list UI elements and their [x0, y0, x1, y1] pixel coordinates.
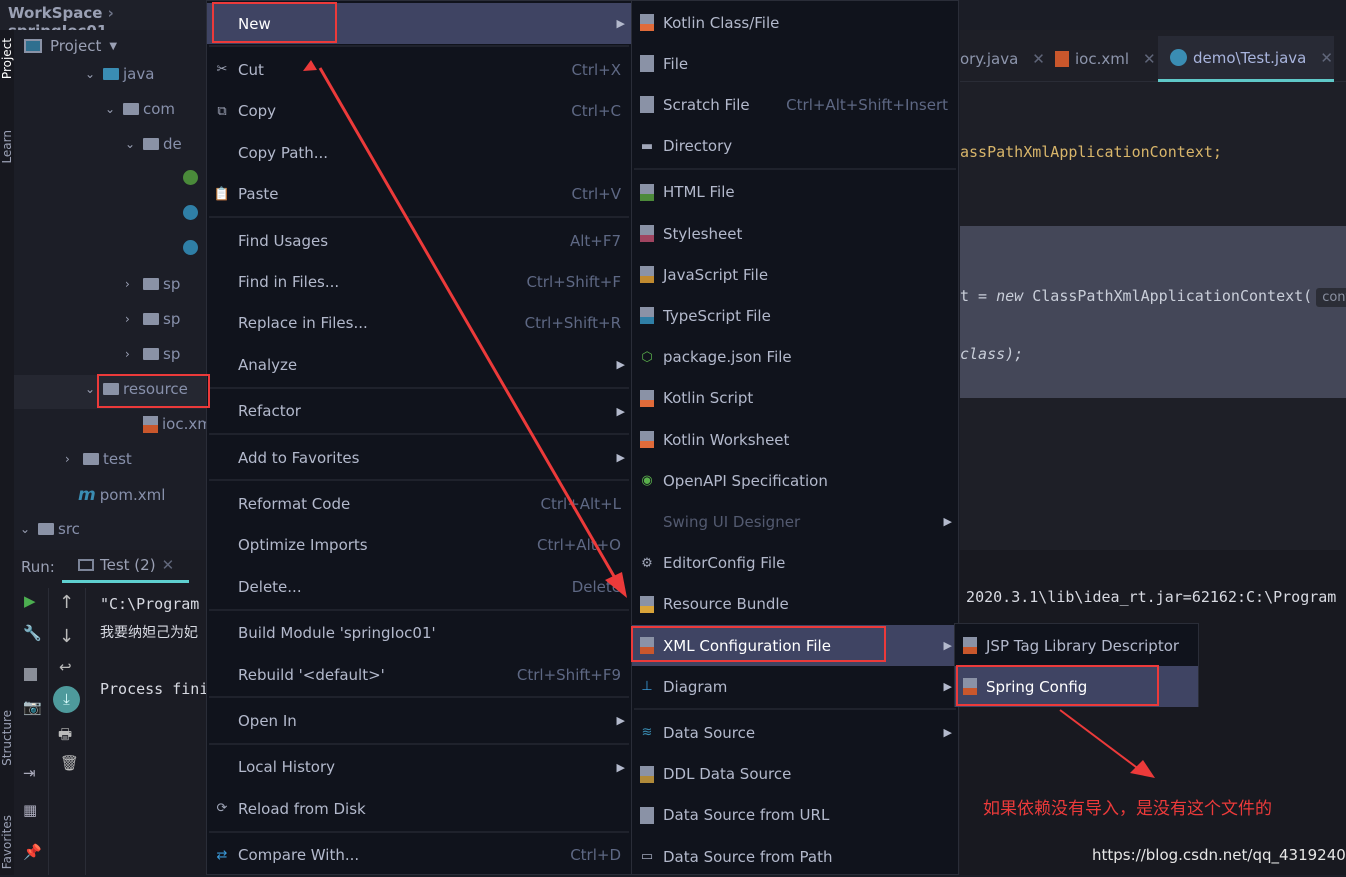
annotation-arrow [318, 67, 617, 579]
arrowhead [303, 60, 317, 71]
watermark: https://blog.csdn.net/qq_43192409 [1092, 846, 1346, 864]
arrowhead [605, 572, 627, 598]
annotation-arrows [303, 60, 1155, 778]
arrowhead [1130, 760, 1155, 778]
annotation-note: 如果依赖没有导入，是没有这个文件的 [983, 799, 1272, 819]
annotation-arrow [1059, 709, 1141, 771]
